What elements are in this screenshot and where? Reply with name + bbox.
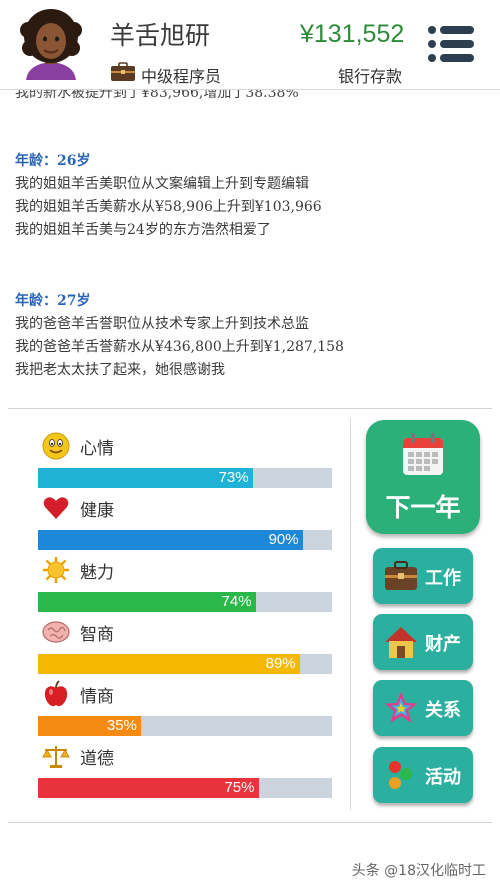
menu-icon[interactable] (428, 24, 474, 64)
apple-icon (44, 680, 68, 707)
scales-icon (42, 746, 70, 768)
stat-label: 情商 (80, 686, 114, 707)
menu-bar (440, 26, 474, 34)
bar-fill: 75% (38, 778, 259, 798)
job-title: 中级程序员 (141, 67, 222, 86)
log-line: 我的姐姐羊舌美与24岁的东方浩然相爱了 (15, 222, 271, 238)
star-icon (385, 692, 417, 723)
bar-percent: 73% (218, 469, 249, 486)
stat-label: 健康 (80, 500, 114, 521)
stat-label: 道德 (80, 748, 114, 769)
stat-health: 健康 90% (38, 494, 336, 556)
menu-bar (440, 54, 474, 62)
stat-eq: 情商 35% (38, 680, 336, 742)
bank-balance: ¥131,552 (300, 20, 405, 48)
bar-percent: 35% (106, 717, 137, 734)
bar-fill: 89% (38, 654, 300, 674)
stat-morality: 道德 75% (38, 742, 336, 804)
brain-icon (42, 621, 70, 643)
work-label: 工作 (425, 568, 461, 589)
menu-dot (428, 54, 436, 62)
stat-label: 智商 (80, 624, 114, 645)
briefcase-icon (385, 561, 417, 590)
divider (350, 418, 351, 810)
bar-percent: 90% (268, 531, 299, 548)
log-age: 年龄：26岁 (15, 153, 91, 169)
next-year-label: 下一年 (385, 493, 461, 522)
log-line: 我的姐姐羊舌美薪水从¥58,906上升到¥103,966 (15, 199, 322, 215)
next-year-button[interactable]: 下一年 (366, 420, 480, 534)
mood-bar: 73% (38, 468, 332, 488)
relations-button[interactable]: 关系 (373, 680, 473, 736)
bar-percent: 74% (221, 593, 252, 610)
bar-fill: 90% (38, 530, 303, 550)
log-line: 我的新水被提升到了¥83,966,增加了38.38% (15, 90, 299, 101)
stat-mood: 心情 73% (38, 432, 336, 494)
event-log[interactable]: 我的新水被提升到了¥83,966,增加了38.38% 年龄：26岁 我的姐姐羊舌… (0, 90, 500, 408)
charm-bar: 74% (38, 592, 332, 612)
relations-label: 关系 (425, 700, 461, 721)
assets-label: 财产 (425, 634, 461, 655)
sun-icon (43, 557, 69, 583)
bar-fill: 73% (38, 468, 253, 488)
smiley-icon (42, 432, 70, 460)
log-line: 我的姐姐羊舌美职位从文案编辑上升到专题编辑 (15, 176, 309, 192)
bar-percent: 89% (265, 655, 296, 672)
watermark: 头条 @18汉化临时工 (351, 863, 486, 879)
menu-dot (428, 40, 436, 48)
menu-bar (440, 40, 474, 48)
stat-iq: 智商 89% (38, 618, 336, 680)
calendar-icon (403, 433, 443, 475)
log-line: 我把老太太扶了起来，她很感谢我 (15, 362, 225, 378)
bar-fill: 74% (38, 592, 256, 612)
activities-label: 活动 (425, 767, 461, 788)
balloons-icon (389, 761, 412, 789)
bar-fill: 35% (38, 716, 141, 736)
bank-label: 银行存款 (338, 67, 403, 86)
avatar[interactable] (20, 8, 82, 82)
character-name: 羊舌旭研 (110, 21, 211, 50)
stats-panel: 心情 73% 健康 90% 魅力 74% 智商 89% 情商 35% 道德 75… (38, 432, 336, 804)
heart-icon (43, 497, 69, 519)
house-icon (385, 627, 417, 658)
header: 羊舌旭研 中级程序员 ¥131,552 银行存款 (0, 0, 500, 90)
morality-bar: 75% (38, 778, 332, 798)
health-bar: 90% (38, 530, 332, 550)
bar-percent: 75% (224, 779, 255, 796)
briefcase-icon (111, 62, 135, 81)
iq-bar: 89% (38, 654, 332, 674)
divider (8, 822, 492, 823)
log-age: 年龄：27岁 (15, 293, 91, 309)
log-entry: 年龄：27岁 我的爸爸羊舌誉职位从技术专家上升到技术总监 我的爸爸羊舌誉薪水从¥… (15, 290, 344, 382)
work-button[interactable]: 工作 (373, 548, 473, 604)
log-line: 我的爸爸羊舌誉薪水从¥436,800上升到¥1,287,158 (15, 339, 344, 355)
log-line: 我的爸爸羊舌誉职位从技术专家上升到技术总监 (15, 316, 309, 332)
log-entry: 年龄：26岁 我的姐姐羊舌美职位从文案编辑上升到专题编辑 我的姐姐羊舌美薪水从¥… (15, 150, 322, 242)
activities-button[interactable]: 活动 (373, 747, 473, 803)
eq-bar: 35% (38, 716, 332, 736)
stat-label: 心情 (80, 438, 114, 459)
menu-dot (428, 26, 436, 34)
stat-charm: 魅力 74% (38, 556, 336, 618)
stat-label: 魅力 (80, 562, 114, 583)
assets-button[interactable]: 财产 (373, 614, 473, 670)
divider (8, 408, 492, 409)
